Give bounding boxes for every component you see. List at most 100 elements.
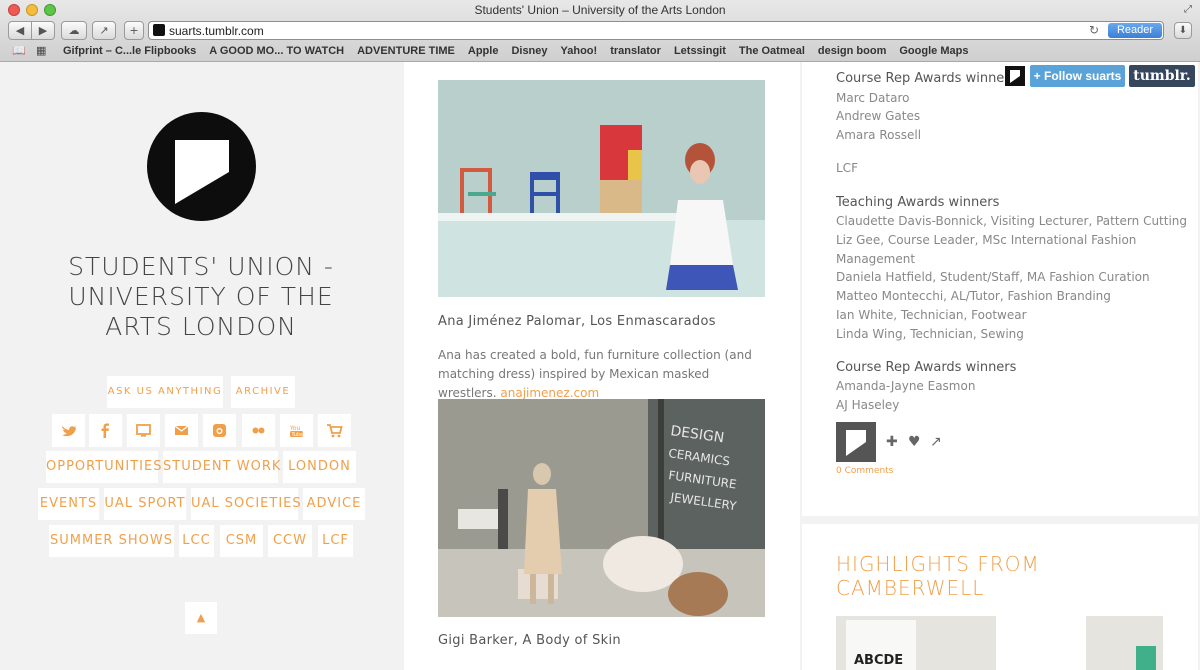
bookmark-item[interactable]: Letssingit [674, 45, 726, 57]
bookmark-item[interactable]: Disney [511, 45, 547, 57]
winner-name: Claudette Davis-Bonnick, Visiting Lectur… [836, 214, 1188, 228]
web-page: STUDENTS' UNION - UNIVERSITY OF THE ARTS… [0, 62, 1200, 670]
bookmark-item[interactable]: The Oatmeal [739, 45, 805, 57]
up-arrow-icon: ▲ [196, 611, 206, 624]
nav-summer-shows[interactable]: SUMMER SHOWS [49, 525, 174, 557]
nav-london[interactable]: LONDON [283, 451, 356, 483]
url-text[interactable]: suarts.tumblr.com [169, 24, 264, 38]
share-icon[interactable]: ↗ [930, 434, 942, 450]
nav-ual-societies[interactable]: UAL SOCIETIES [191, 488, 301, 520]
back-arrow-icon: ◀ [15, 24, 25, 37]
archive-link[interactable]: ARCHIVE [231, 376, 295, 408]
bookmark-list: Gifprint – C...le Flipbooks A GOOD MO...… [63, 45, 968, 57]
lcf-label: LCF [836, 161, 858, 175]
winner-name: Amanda-Jayne Easmon [836, 379, 976, 393]
winner-name: Amara Rossell [836, 128, 922, 142]
window-title: Students' Union – University of the Arts… [474, 3, 726, 17]
photo-letters: ABCDE [854, 653, 903, 668]
facebook-link[interactable] [89, 414, 122, 447]
comments-link[interactable]: 0 Comments [836, 466, 893, 476]
youtube-link[interactable]: You Tube [280, 414, 313, 447]
twitter-link[interactable] [52, 414, 85, 447]
post-photo-gallery[interactable]: DESIGN CERAMICS FURNITURE JEWELLERY [438, 399, 765, 617]
tumblr-logo[interactable]: tumblr. [1129, 65, 1195, 87]
reload-icon[interactable]: ↻ [1089, 23, 1099, 37]
download-icon[interactable]: ⬇ [1174, 22, 1192, 39]
nav-lcf[interactable]: LCF [318, 525, 353, 557]
post2-caption: Gigi Barker, A Body of Skin [438, 633, 621, 648]
blog-logo-icon [1010, 70, 1020, 83]
tumblr-blog-avatar[interactable] [1004, 65, 1026, 87]
browser-chrome: Students' Union – University of the Arts… [0, 0, 1200, 62]
winner-name: Liz Gee, Course Leader, MSc Internationa… [836, 233, 1137, 247]
twitter-icon [62, 426, 76, 437]
youtube-icon: YouTube [289, 425, 304, 438]
bookmark-item[interactable]: Yahoo! [561, 45, 598, 57]
course-rep-heading: Course Rep Awards winners [836, 71, 1017, 86]
flickr-link[interactable] [242, 414, 275, 447]
nav-ccw[interactable]: CCW [268, 525, 312, 557]
grid-icon[interactable]: ▦ [36, 44, 46, 57]
bookmark-item[interactable]: Google Maps [899, 45, 968, 57]
post-photo-furniture[interactable] [438, 80, 765, 297]
nav-opportunities[interactable]: OPPORTUNITIES [46, 451, 162, 483]
highlights-title[interactable]: HIGHLIGHTS FROM CAMBERWELL [836, 552, 1166, 600]
mail-icon [174, 425, 189, 435]
avatar-logo-icon [846, 430, 866, 456]
title-bar: Students' Union – University of the Arts… [0, 0, 1200, 20]
su-logo[interactable] [147, 112, 256, 221]
svg-text:Tube: Tube [291, 432, 304, 438]
bookmark-item[interactable]: Gifprint – C...le Flipbooks [63, 45, 196, 57]
bookmarks-bar: 📖 ▦ Gifprint – C...le Flipbooks A GOOD M… [0, 42, 1200, 61]
scroll-top-button[interactable]: ▲ [185, 602, 217, 634]
logo-mark-icon [175, 140, 229, 204]
winner-name: Marc Dataro [836, 91, 910, 105]
winner-name: Daniela Hatfield, Student/Staff, MA Fash… [836, 270, 1150, 284]
bookmark-item[interactable]: ADVENTURE TIME [357, 45, 455, 57]
fullscreen-icon[interactable]: ⤢ [1184, 4, 1192, 15]
forward-arrow-icon: ▶ [38, 24, 48, 37]
share-button[interactable]: ↗ [92, 21, 116, 40]
posts-column: Ana Jiménez Palomar, Los Enmascarados An… [404, 62, 800, 670]
book-icon[interactable]: 📖 [12, 44, 26, 57]
nav-csm[interactable]: CSM [220, 525, 263, 557]
winner-name: Matteo Montecchi, AL/Tutor, Fashion Bran… [836, 289, 1111, 303]
website-link[interactable] [127, 414, 160, 447]
back-button[interactable]: ◀ [8, 21, 32, 40]
post1-caption: Ana Jiménez Palomar, Los Enmascarados [438, 314, 716, 329]
address-bar[interactable]: suarts.tumblr.com ↻ Reader [148, 21, 1164, 40]
heart-icon[interactable]: ♥ [908, 434, 921, 450]
favicon-icon [153, 24, 165, 36]
reblog-plus-icon[interactable]: ✚ [886, 434, 898, 450]
post1-link[interactable]: anajimenez.com [500, 386, 599, 400]
nav-lcc[interactable]: LCC [179, 525, 214, 557]
follow-button[interactable]: + Follow suarts [1030, 65, 1125, 87]
nav-ual-sport[interactable]: UAL SPORT [104, 488, 186, 520]
blog-title[interactable]: STUDENTS' UNION - UNIVERSITY OF THE ARTS… [40, 252, 362, 342]
svg-text:You: You [289, 425, 301, 432]
plus-icon: + [129, 24, 139, 37]
cart-icon [327, 424, 343, 438]
icloud-tabs-button[interactable]: ☁ [61, 21, 87, 40]
forward-button[interactable]: ▶ [31, 21, 55, 40]
shop-link[interactable] [318, 414, 351, 447]
bookmark-item[interactable]: design boom [818, 45, 886, 57]
nav-events[interactable]: EVENTS [38, 488, 99, 520]
email-link[interactable] [165, 414, 198, 447]
winner-name: Ian White, Technician, Footwear [836, 308, 1027, 322]
bookmark-item[interactable]: Apple [468, 45, 499, 57]
highlights-photo[interactable]: ABCDE [836, 616, 1163, 670]
highlights-post: HIGHLIGHTS FROM CAMBERWELL ABCDE [802, 524, 1198, 670]
nav-student-work[interactable]: STUDENT WORK [163, 451, 280, 483]
bookmark-item[interactable]: A GOOD MO... TO WATCH [209, 45, 344, 57]
instagram-link[interactable] [203, 414, 236, 447]
nav-advice[interactable]: ADVICE [303, 488, 365, 520]
add-bookmark-button[interactable]: + [124, 21, 144, 40]
avatar[interactable] [836, 422, 876, 462]
reader-button[interactable]: Reader [1108, 23, 1162, 38]
camberwell-photo: ABCDE [836, 616, 1163, 670]
flickr-icon [252, 427, 265, 434]
ask-us-anything-link[interactable]: ASK US ANYTHING [107, 376, 223, 408]
awards-post: Course Rep Awards winners Marc Dataro An… [802, 62, 1198, 516]
bookmark-item[interactable]: translator [610, 45, 661, 57]
